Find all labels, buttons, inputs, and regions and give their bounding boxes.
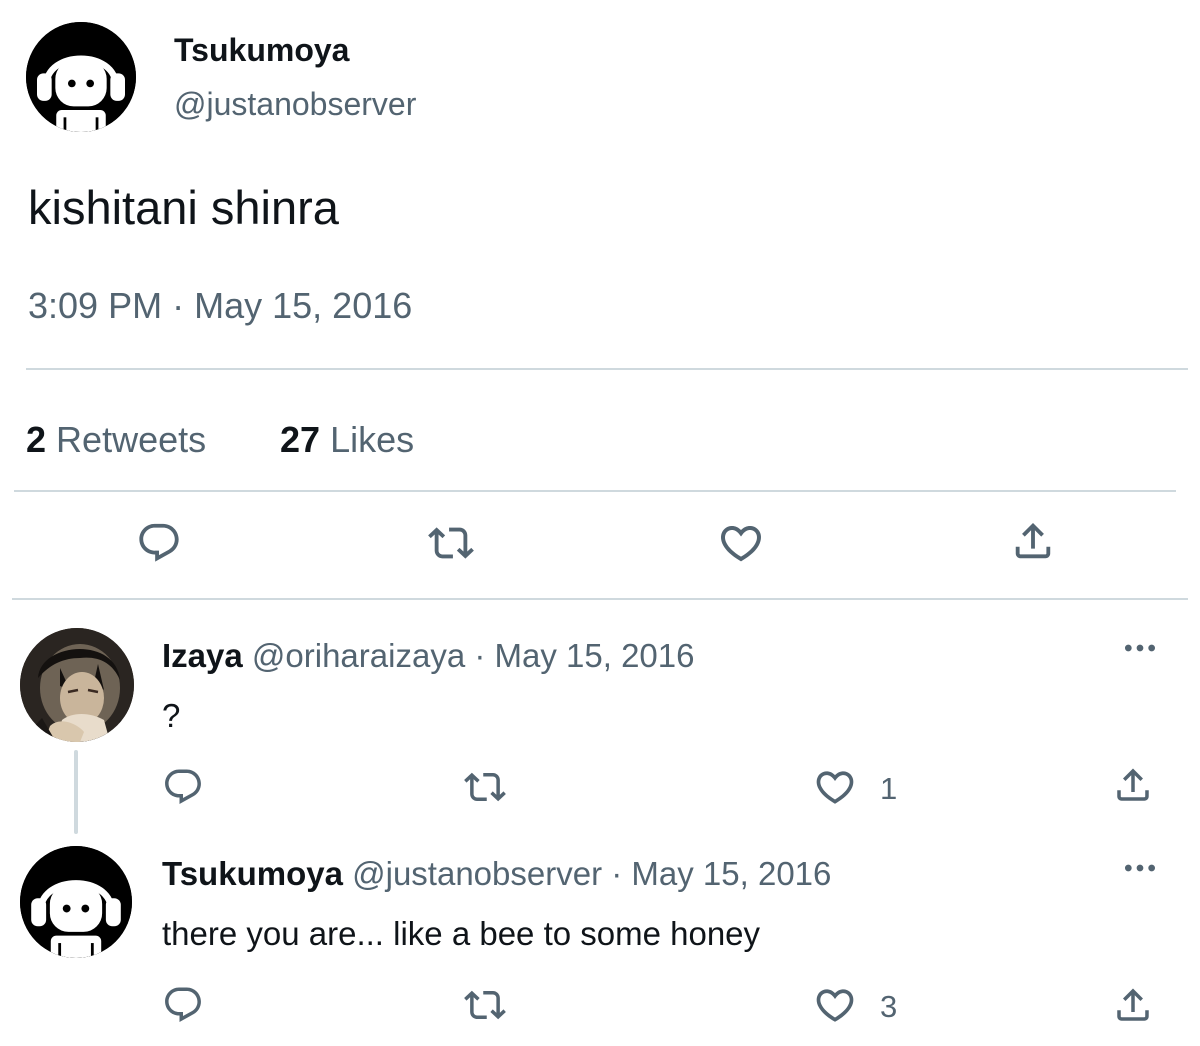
avatar-image	[20, 846, 132, 958]
reply-author-handle[interactable]: @oriharaizaya	[252, 637, 465, 674]
divider	[14, 490, 1176, 492]
heart-icon	[717, 519, 765, 567]
reply-separator: ·	[474, 637, 486, 674]
reply-avatar-izaya[interactable]	[20, 628, 134, 742]
more-button[interactable]	[1118, 630, 1162, 666]
reply-date[interactable]: May 15, 2016	[631, 855, 831, 892]
reply-author-handle[interactable]: @justanobserver	[352, 855, 602, 892]
share-icon	[1112, 764, 1154, 806]
reply-text: there you are... like a bee to some hone…	[162, 915, 761, 952]
retweet-icon	[464, 984, 506, 1026]
share-button[interactable]	[1008, 516, 1058, 566]
reply-button[interactable]	[134, 518, 184, 568]
retweets-stat[interactable]: 2 Retweets	[26, 418, 206, 462]
avatar-image	[20, 628, 134, 742]
tweet-text: kishitani shinra	[28, 181, 339, 234]
reply-icon	[162, 766, 204, 808]
likes-stat[interactable]: 27 Likes	[280, 418, 414, 462]
retweets-count: 2	[26, 419, 47, 460]
reply-date[interactable]: May 15, 2016	[495, 637, 695, 674]
more-button[interactable]	[1118, 850, 1162, 886]
divider	[26, 368, 1188, 370]
more-icon	[1120, 848, 1160, 888]
likes-count: 27	[280, 419, 321, 460]
like-count: 3	[880, 989, 898, 1024]
share-icon	[1112, 984, 1154, 1026]
heart-icon	[813, 983, 857, 1027]
likes-label: Likes	[330, 419, 415, 460]
reply-text: ?	[162, 697, 181, 734]
like-count: 1	[880, 771, 898, 806]
retweet-button[interactable]	[462, 764, 508, 810]
reply-author-name[interactable]: Izaya	[162, 637, 243, 674]
reply-header: Izaya @oriharaizaya · May 15, 2016	[162, 636, 694, 676]
reply-icon	[162, 984, 204, 1026]
like-button[interactable]	[812, 764, 858, 810]
tweet-date: May 15, 2016	[194, 285, 413, 326]
reply-button[interactable]	[160, 982, 206, 1028]
reply-avatar-tsukumoya[interactable]	[20, 846, 132, 958]
more-icon	[1120, 628, 1160, 668]
divider	[12, 598, 1188, 600]
author-handle[interactable]: @justanobserver	[174, 84, 416, 124]
retweet-button[interactable]	[426, 518, 476, 568]
retweet-icon	[464, 766, 506, 808]
share-button[interactable]	[1110, 762, 1156, 808]
retweet-button[interactable]	[462, 982, 508, 1028]
author-avatar-image	[26, 22, 136, 132]
heart-icon	[813, 765, 857, 809]
reply-author-name[interactable]: Tsukumoya	[162, 855, 343, 892]
reply-icon	[136, 520, 182, 566]
reply-separator: ·	[611, 855, 623, 892]
share-icon	[1010, 518, 1056, 564]
retweet-icon	[428, 520, 474, 566]
author-name[interactable]: Tsukumoya	[174, 30, 349, 70]
timestamp-separator: ·	[172, 285, 185, 326]
like-button[interactable]	[812, 982, 858, 1028]
tweet-timestamp[interactable]: 3:09 PM · May 15, 2016	[28, 284, 412, 328]
author-avatar[interactable]	[26, 22, 136, 132]
like-button[interactable]	[716, 518, 766, 568]
tweet-time: 3:09 PM	[28, 285, 163, 326]
thread-connector	[74, 750, 78, 834]
retweets-label: Retweets	[56, 419, 207, 460]
reply-header: Tsukumoya @justanobserver · May 15, 2016	[162, 854, 831, 894]
reply-button[interactable]	[160, 764, 206, 810]
share-button[interactable]	[1110, 982, 1156, 1028]
